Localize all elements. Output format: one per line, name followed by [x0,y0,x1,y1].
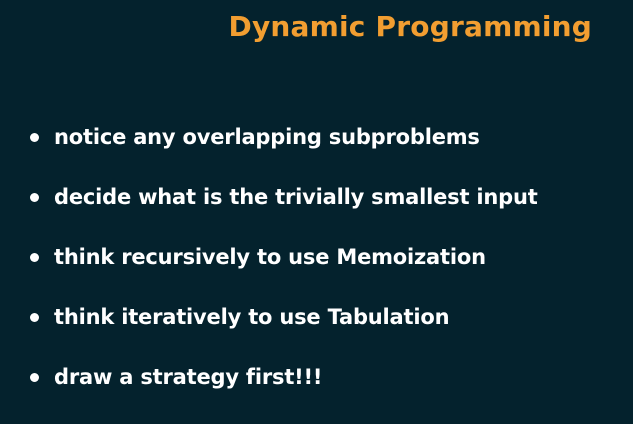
bullet-list: notice any overlapping subproblems decid… [30,118,538,396]
bullet-item-draw-strategy: draw a strategy first!!! [30,358,538,396]
slide: Dynamic Programming notice any overlappi… [0,0,633,424]
bullet-text: decide what is the trivially smallest in… [54,185,538,209]
bullet-dot-icon [30,252,39,262]
bullet-item-memoization: think recursively to use Memoization [30,238,538,276]
bullet-text: draw a strategy first!!! [54,365,323,389]
bullet-dot-icon [30,192,39,202]
bullet-dot-icon [30,372,39,382]
bullet-item-overlapping-subproblems: notice any overlapping subproblems [30,118,538,156]
bullet-dot-icon [30,132,39,142]
bullet-text: think recursively to use Memoization [54,245,486,269]
slide-title: Dynamic Programming [228,10,592,43]
bullet-item-tabulation: think iteratively to use Tabulation [30,298,538,336]
bullet-item-smallest-input: decide what is the trivially smallest in… [30,178,538,216]
bullet-text: notice any overlapping subproblems [54,125,480,149]
bullet-text: think iteratively to use Tabulation [54,305,450,329]
bullet-dot-icon [30,312,39,322]
